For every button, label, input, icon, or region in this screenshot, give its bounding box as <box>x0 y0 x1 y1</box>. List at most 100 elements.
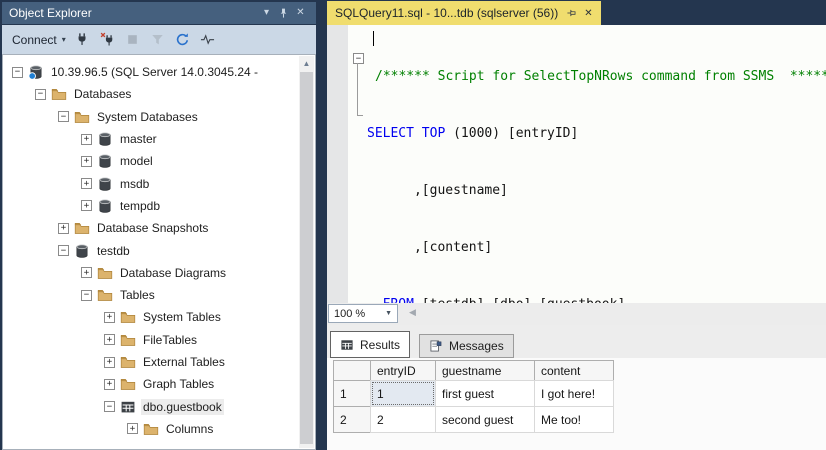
tree-item-master[interactable]: +master <box>4 128 285 150</box>
folder-icon <box>143 421 159 437</box>
column-header-guestname[interactable]: guestname <box>435 360 535 381</box>
pin-icon <box>277 7 290 20</box>
tree-vertical-scrollbar[interactable]: ▲ <box>299 56 314 448</box>
code-line-3: ,[guestname] <box>367 181 826 200</box>
scrollbar-thumb[interactable] <box>300 72 313 444</box>
collapse-icon[interactable]: − <box>81 290 92 301</box>
editor-gutter <box>327 25 348 303</box>
connect-object-explorer-button[interactable] <box>72 29 94 50</box>
database-icon <box>97 153 113 169</box>
tree-rows: −10.39.96.5 (SQL Server 14.0.3045.24 - −… <box>4 61 285 440</box>
tree-item-label: testdb <box>95 243 132 259</box>
tree-item-testdb[interactable]: − testdb <box>4 239 285 261</box>
filter-icon <box>150 32 165 47</box>
document-tab-title: SQLQuery11.sql - 10...tdb (sqlserver (56… <box>335 6 558 20</box>
expand-icon[interactable]: + <box>81 267 92 278</box>
expand-icon[interactable]: + <box>104 312 115 323</box>
tree-item-system-tables[interactable]: + System Tables <box>4 306 285 328</box>
window-position-button[interactable]: ▾ <box>258 5 275 21</box>
expand-icon[interactable]: + <box>104 379 115 390</box>
tree-item-graph-tables[interactable]: +Graph Tables <box>4 373 285 395</box>
grid-cell-entryid-row2[interactable]: 2 <box>370 406 436 433</box>
tree-item-10-39-96-5-sql-server-14-0-3045-24[interactable]: −10.39.96.5 (SQL Server 14.0.3045.24 - <box>4 61 285 83</box>
refresh-button[interactable] <box>172 29 194 50</box>
column-header-content[interactable]: content <box>534 360 614 381</box>
tree-item-label: FileTables <box>141 332 199 348</box>
collapse-icon[interactable]: − <box>58 245 69 256</box>
expand-icon[interactable]: + <box>81 134 92 145</box>
row-header-1[interactable]: 1 <box>333 380 371 407</box>
expand-icon[interactable]: + <box>104 334 115 345</box>
row-header-2[interactable]: 2 <box>333 406 371 433</box>
expand-icon[interactable]: + <box>81 178 92 189</box>
tree-item-database-diagrams[interactable]: + Database Diagrams <box>4 262 285 284</box>
tree-item-msdb[interactable]: +msdb <box>4 172 285 194</box>
scroll-left-arrow-icon[interactable]: ◀ <box>409 307 416 318</box>
object-explorer-title: Object Explorer <box>9 6 92 20</box>
connect-button[interactable]: Connect ▾ <box>9 31 69 49</box>
tree-item-label: tempdb <box>118 198 162 214</box>
tab-sqlquery11[interactable]: SQLQuery11.sql - 10...tdb (sqlserver (56… <box>327 1 601 25</box>
collapse-icon[interactable]: − <box>58 111 69 122</box>
tab-results[interactable]: Results <box>330 331 410 358</box>
tree-item-system-databases[interactable]: −System Databases <box>4 106 285 128</box>
grid-cell-guestname-row1[interactable]: first guest <box>435 380 535 407</box>
expand-icon[interactable]: + <box>81 200 92 211</box>
grid-cell-entryid-row1[interactable]: 1 <box>370 380 436 407</box>
folder-icon <box>51 86 67 102</box>
stop-icon <box>125 32 140 47</box>
collapse-icon[interactable]: − <box>35 89 46 100</box>
tree-item-columns[interactable]: + Columns <box>4 418 285 440</box>
filter-button[interactable] <box>147 29 169 50</box>
result-row-2: 22second guestMe too! <box>333 407 614 433</box>
document-tabbar: SQLQuery11.sql - 10...tdb (sqlserver (56… <box>327 0 826 25</box>
results-panel: Results Messages entryIDguestnamecontent… <box>327 325 826 450</box>
tree-item-databases[interactable]: −Databases <box>4 83 285 105</box>
close-tab-button[interactable]: ✕ <box>584 8 592 19</box>
grid-cell-content-row1[interactable]: I got here! <box>534 380 614 407</box>
expand-icon[interactable]: + <box>58 223 69 234</box>
grid-corner-cell[interactable] <box>333 360 371 381</box>
close-panel-button[interactable]: ✕ <box>292 5 309 21</box>
column-header-entryid[interactable]: entryID <box>370 360 436 381</box>
database-icon <box>97 198 113 214</box>
object-explorer-titlebar[interactable]: Object Explorer ▾ ✕ <box>2 2 316 24</box>
tree-item-filetables[interactable]: + FileTables <box>4 329 285 351</box>
activity-monitor-button[interactable] <box>197 29 219 50</box>
grid-cell-content-row2[interactable]: Me too! <box>534 406 614 433</box>
folder-icon <box>120 332 136 348</box>
sql-editor[interactable]: − /****** Script for SelectTopNRows comm… <box>327 25 826 303</box>
disconnect-button[interactable] <box>97 29 119 50</box>
object-explorer-tree[interactable]: −10.39.96.5 (SQL Server 14.0.3045.24 - −… <box>2 54 316 450</box>
tree-item-external-tables[interactable]: +External Tables <box>4 351 285 373</box>
tree-item-tables[interactable]: −Tables <box>4 284 285 306</box>
expand-icon[interactable]: + <box>104 357 115 368</box>
scroll-up-arrow-icon[interactable]: ▲ <box>299 56 314 71</box>
tree-item-label: Database Diagrams <box>118 265 228 281</box>
sql-comment: /****** Script for SelectTopNRows comman… <box>375 69 826 84</box>
pin-tab-button[interactable] <box>565 7 577 19</box>
grid-cell-guestname-row2[interactable]: second guest <box>435 406 535 433</box>
collapse-icon[interactable]: − <box>104 401 115 412</box>
tree-item-label: Database Snapshots <box>95 220 210 236</box>
stop-button[interactable] <box>122 29 144 50</box>
expand-icon[interactable]: + <box>81 156 92 167</box>
tab-messages-label: Messages <box>449 339 504 353</box>
tree-item-label: System Tables <box>141 309 223 325</box>
messages-icon <box>429 339 443 353</box>
tab-messages[interactable]: Messages <box>419 334 514 358</box>
pin-panel-button[interactable] <box>275 5 292 21</box>
code-line-4: ,[content] <box>367 238 826 257</box>
tree-item-dbo-guestbook[interactable]: −dbo.guestbook <box>4 395 285 417</box>
tree-item-tempdb[interactable]: + tempdb <box>4 195 285 217</box>
tree-item-database-snapshots[interactable]: + Database Snapshots <box>4 217 285 239</box>
folder-icon <box>97 287 113 303</box>
chevron-down-icon: ▾ <box>62 35 66 44</box>
expand-icon[interactable]: + <box>127 423 138 434</box>
tree-item-label: model <box>118 153 155 169</box>
collapse-icon[interactable]: − <box>12 67 23 78</box>
tree-item-label: Columns <box>164 421 215 437</box>
tree-item-model[interactable]: + model <box>4 150 285 172</box>
server-icon <box>28 64 44 80</box>
zoom-level-combo[interactable]: 100 % ▼ <box>328 304 398 323</box>
